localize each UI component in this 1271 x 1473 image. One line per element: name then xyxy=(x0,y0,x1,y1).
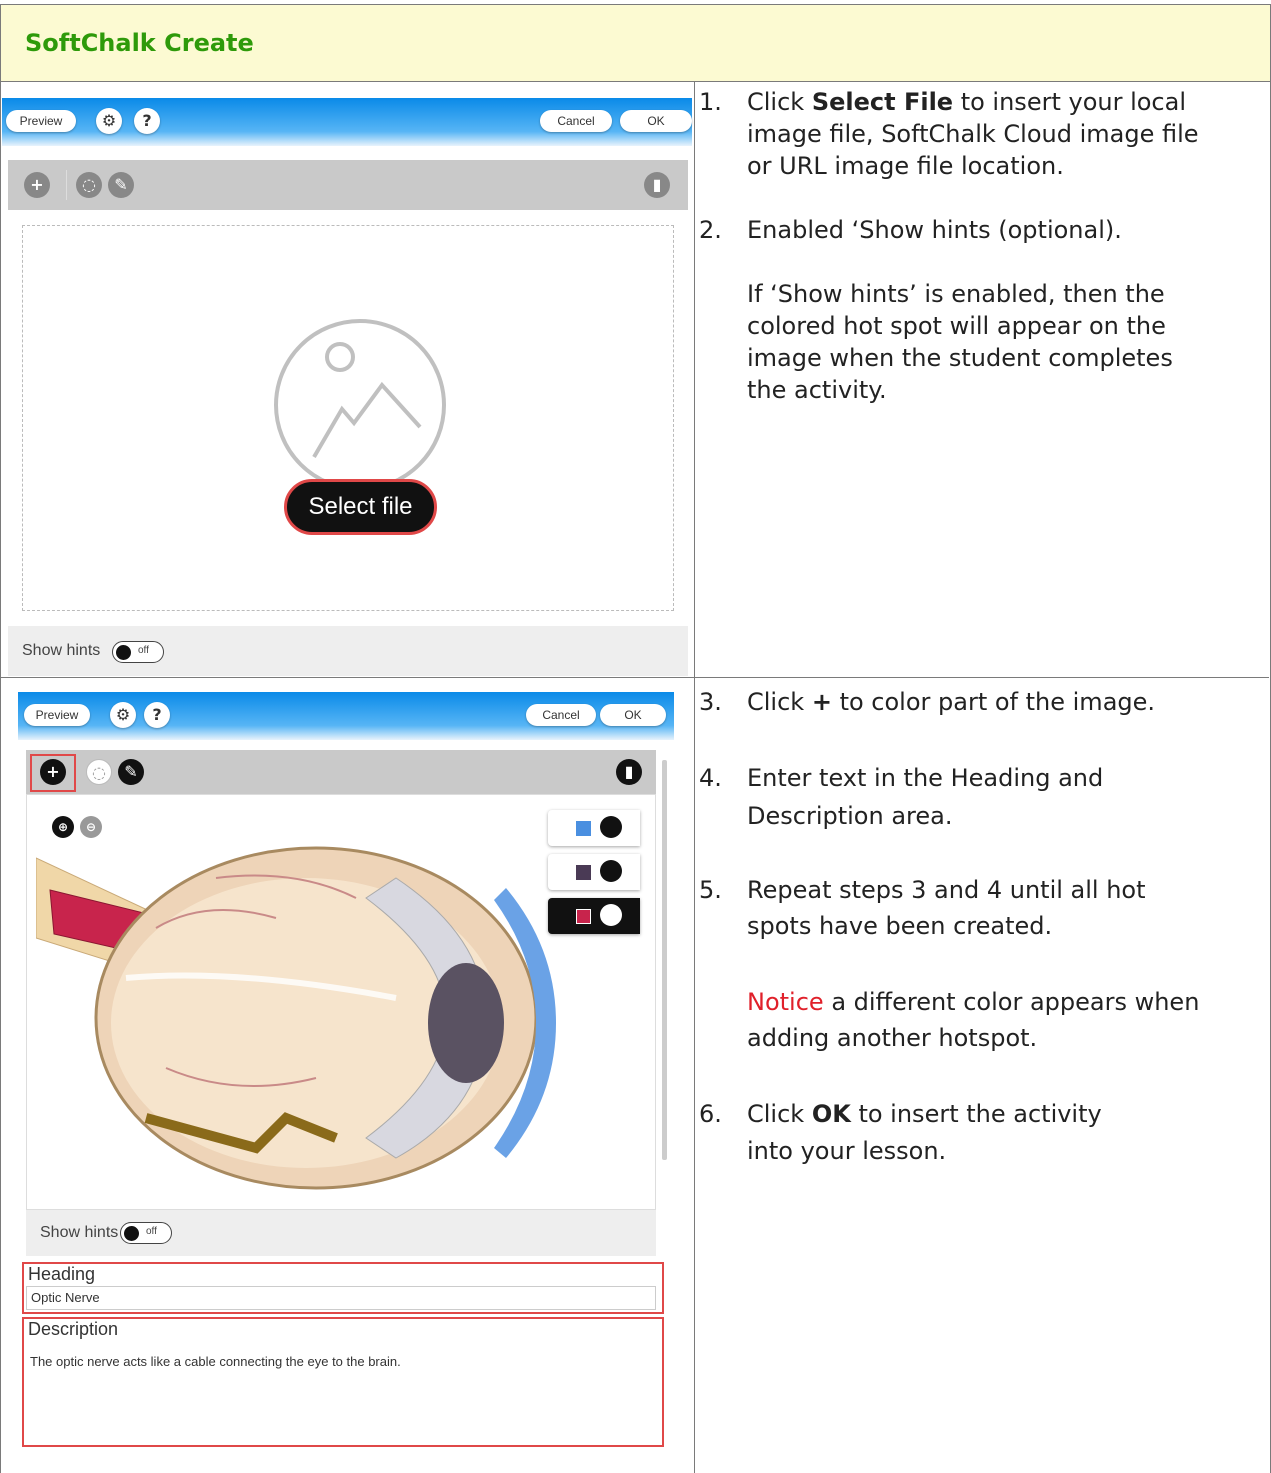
column-divider xyxy=(694,678,695,1473)
step-text: Click Select File to insert your local xyxy=(747,88,1186,116)
hotspot-swatch-1[interactable] xyxy=(548,810,640,846)
swatch-color xyxy=(576,909,591,924)
delete-icon[interactable] xyxy=(600,904,622,926)
step-number: 5. xyxy=(699,876,722,904)
step-2-note-4: the activity. xyxy=(747,376,887,404)
cancel-button[interactable]: Cancel xyxy=(540,110,612,132)
row-divider xyxy=(0,677,1269,678)
step-5-notice-line-2: adding another hotspot. xyxy=(747,1024,1038,1052)
step-text: Click OK to insert the activity xyxy=(747,1100,1102,1128)
add-hotspot-highlight xyxy=(30,754,76,792)
pencil-icon[interactable]: ✎ xyxy=(108,172,134,198)
ok-button[interactable]: OK xyxy=(600,704,666,726)
step-number: 4. xyxy=(699,764,722,792)
swatch-color xyxy=(576,865,591,880)
toggle-off-label: off xyxy=(138,645,149,656)
show-hints-toggle[interactable]: off xyxy=(120,1222,172,1244)
notice-highlight: Notice xyxy=(747,988,824,1016)
step-text: Repeat steps 3 and 4 until all hot xyxy=(747,876,1146,904)
lasso-icon[interactable]: ◌ xyxy=(86,759,112,785)
ok-button[interactable]: OK xyxy=(620,110,692,132)
help-icon[interactable]: ? xyxy=(144,702,170,728)
step-2-note-2: colored hot spot will appear on the xyxy=(747,312,1166,340)
delete-icon[interactable] xyxy=(600,860,622,882)
step-number: 3. xyxy=(699,688,722,716)
page-title: SoftChalk Create xyxy=(25,29,254,57)
trash-icon[interactable]: ▮ xyxy=(616,759,642,785)
add-hotspot-icon[interactable]: + xyxy=(24,172,50,198)
step-text: Click + to color part of the image. xyxy=(747,688,1156,716)
scrollbar[interactable] xyxy=(662,760,667,1160)
delete-icon[interactable] xyxy=(600,816,622,838)
step-2-note-3: image when the student completes xyxy=(747,344,1173,372)
step-4-line-2: Description area. xyxy=(747,802,953,830)
show-hints-toggle[interactable]: off xyxy=(112,641,164,663)
hints-bar: Show hints off xyxy=(26,1210,656,1256)
gear-icon[interactable]: ⚙ xyxy=(110,702,136,728)
hotspot-swatch-3-selected[interactable] xyxy=(548,898,640,934)
preview-button[interactable]: Preview xyxy=(24,704,90,726)
description-label: Description xyxy=(28,1319,119,1339)
hotspot-toolbar: + ◌ ✎ ▮ xyxy=(8,160,688,210)
show-hints-label: Show hints xyxy=(22,642,101,659)
description-textarea[interactable]: The optic nerve acts like a cable connec… xyxy=(26,1342,660,1442)
hotspot-swatch-2[interactable] xyxy=(548,854,640,890)
heading-label: Heading xyxy=(28,1264,96,1284)
preview-button[interactable]: Preview xyxy=(6,110,76,132)
column-divider xyxy=(694,81,695,677)
cancel-button[interactable]: Cancel xyxy=(526,704,596,726)
lasso-icon[interactable]: ◌ xyxy=(76,172,102,198)
eye-anatomy-illustration xyxy=(36,846,556,1190)
step-text: Enabled ‘Show hints (optional). xyxy=(747,216,1122,244)
pencil-icon[interactable]: ✎ xyxy=(118,759,144,785)
show-hints-label: Show hints xyxy=(40,1224,119,1241)
step-5-notice: Notice a different color appears when xyxy=(747,988,1200,1016)
hints-bar: Show hints off xyxy=(8,626,688,676)
step-1-line-3: or URL image file location. xyxy=(747,152,1064,180)
gear-icon[interactable]: ⚙ xyxy=(96,108,122,134)
help-icon[interactable]: ? xyxy=(134,108,160,134)
step-number: 6. xyxy=(699,1100,722,1128)
swatch-color xyxy=(576,821,591,836)
step-number: 2. xyxy=(699,216,722,244)
step-5-line-2: spots have been created. xyxy=(747,912,1053,940)
toggle-off-label: off xyxy=(146,1226,157,1237)
select-file-button[interactable]: Select file xyxy=(284,479,437,535)
step-text: Enter text in the Heading and xyxy=(747,764,1104,792)
step-6-line-2: into your lesson. xyxy=(747,1137,947,1165)
trash-icon[interactable]: ▮ xyxy=(644,172,670,198)
image-placeholder-icon xyxy=(274,319,446,491)
step-2-note-1: If ‘Show hints’ is enabled, then the xyxy=(747,280,1165,308)
step-1-line-2: image file, SoftChalk Cloud image file xyxy=(747,120,1199,148)
hotspot-toolbar: + ◌ ✎ ▮ xyxy=(26,750,656,794)
table-header: SoftChalk Create xyxy=(1,5,1270,82)
step-number: 1. xyxy=(699,88,722,116)
heading-input[interactable]: Optic Nerve xyxy=(26,1286,656,1310)
